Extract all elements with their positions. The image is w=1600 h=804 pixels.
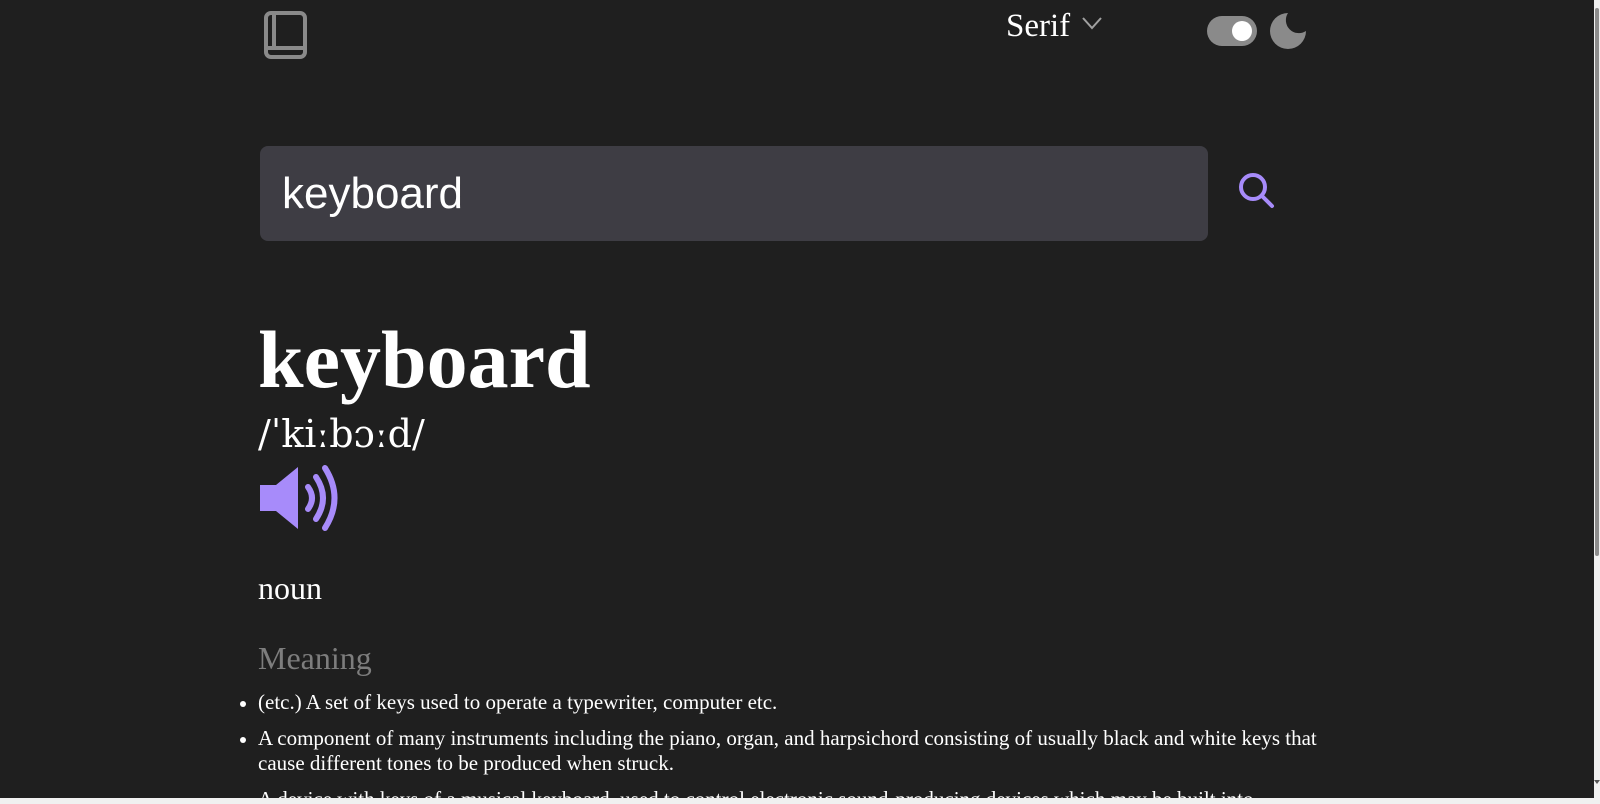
chevron-down-icon [1082,17,1102,30]
scroll-down-arrow-icon[interactable] [1594,780,1600,784]
toggle-knob [1232,21,1252,41]
word-title: keyboard [258,314,591,405]
app-viewport: Serif keyboard /ˈkiːbɔːd/ noun Meaning (… [0,0,1600,804]
part-of-speech: noun [258,570,322,606]
meaning-item: A component of many instruments includin… [240,726,1317,775]
font-select-label: Serif [1006,7,1071,44]
scrollbar-thumb[interactable] [1595,8,1599,556]
search-input[interactable] [260,146,1208,241]
font-select[interactable]: Serif [1006,6,1102,46]
window-bottom-edge [0,798,1600,804]
vertical-scrollbar[interactable] [1594,0,1600,804]
speaker-icon[interactable] [258,465,344,531]
search-icon[interactable] [1236,170,1278,212]
theme-toggle[interactable] [1207,16,1257,46]
meaning-item: (etc.) A set of keys used to operate a t… [240,690,1318,715]
meaning-heading: Meaning [258,640,372,676]
moon-icon [1270,13,1306,49]
book-icon[interactable] [263,11,309,59]
meaning-list: (etc.) A set of keys used to operate a t… [240,690,1318,804]
phonetic: /ˈkiːbɔːd/ [258,412,425,456]
